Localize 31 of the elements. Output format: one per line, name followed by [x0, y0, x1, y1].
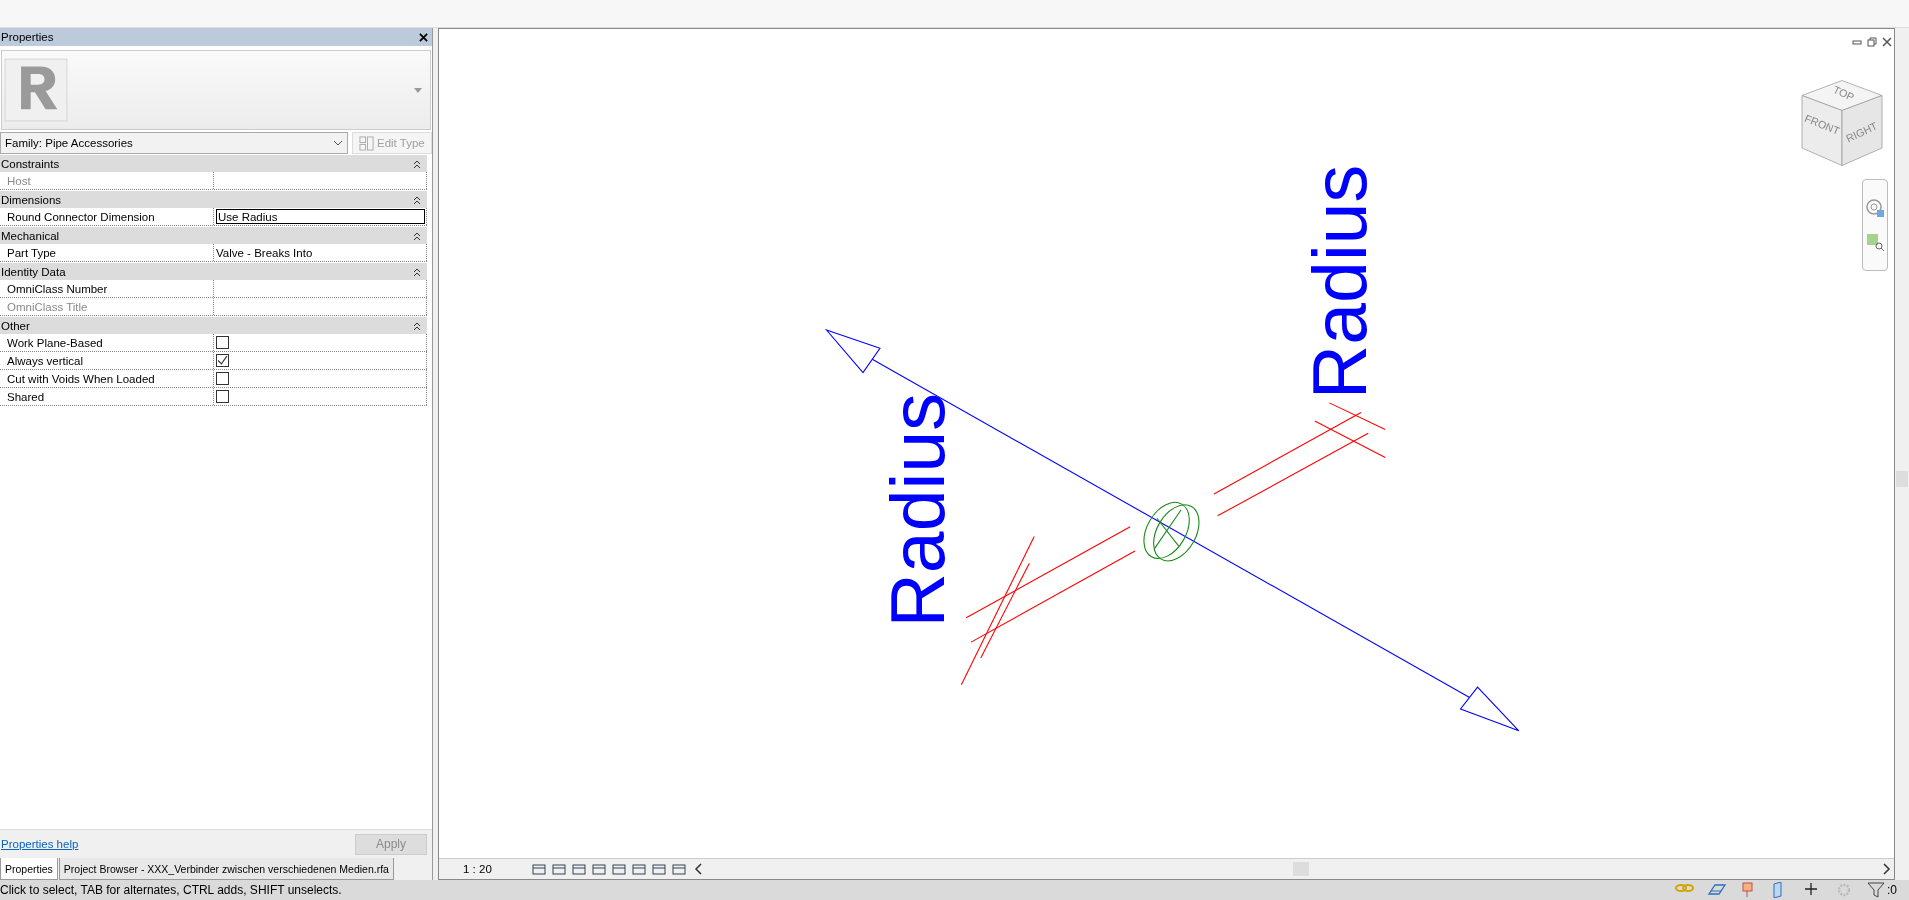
group-title: Other — [1, 319, 30, 332]
filter-count: :0 — [1887, 883, 1897, 897]
panel-tab[interactable]: Properties — [0, 858, 58, 880]
property-label: Work Plane-Based — [0, 334, 214, 351]
group-title: Constraints — [1, 157, 60, 170]
property-label: Host — [0, 172, 214, 189]
property-input-field[interactable]: Use Radius — [216, 209, 425, 224]
property-label: Shared — [0, 388, 214, 405]
group-title: Dimensions — [1, 193, 62, 206]
property-label: OmniClass Number — [0, 280, 214, 297]
group-header[interactable]: Other — [0, 316, 427, 334]
panel-title: Properties — [1, 31, 54, 43]
property-label: OmniClass Title — [0, 298, 214, 315]
property-label: Round Connector Dimension — [0, 208, 214, 225]
panel-tab[interactable]: Project Browser - XXX_Verbinder zwischen verschiedenen Medien.rfa — [58, 858, 394, 880]
property-label: Cut with Voids When Loaded — [0, 370, 214, 387]
property-label: Always vertical — [0, 352, 214, 369]
type-selector[interactable]: Family: Pipe Accessories — [0, 132, 348, 154]
status-message: Click to select, TAB for alternates, CTRL adds, SHIFT unselects. — [0, 883, 342, 897]
property-value[interactable]: Valve - Breaks Into — [216, 246, 313, 259]
view-scale[interactable]: 1 : 20 — [463, 863, 527, 875]
dimension-label: Radius — [1297, 164, 1382, 400]
group-header[interactable]: Constraints — [0, 154, 427, 172]
group-header[interactable]: Mechanical — [0, 226, 427, 244]
group-title: Identity Data — [1, 265, 66, 278]
group-header[interactable]: Identity Data — [0, 262, 427, 280]
group-title: Mechanical — [1, 229, 60, 242]
property-label: Part Type — [0, 244, 214, 261]
properties-help-link[interactable]: Properties help — [1, 838, 79, 850]
group-header[interactable]: Dimensions — [0, 190, 427, 208]
dimension-label: Radius — [876, 393, 961, 628]
